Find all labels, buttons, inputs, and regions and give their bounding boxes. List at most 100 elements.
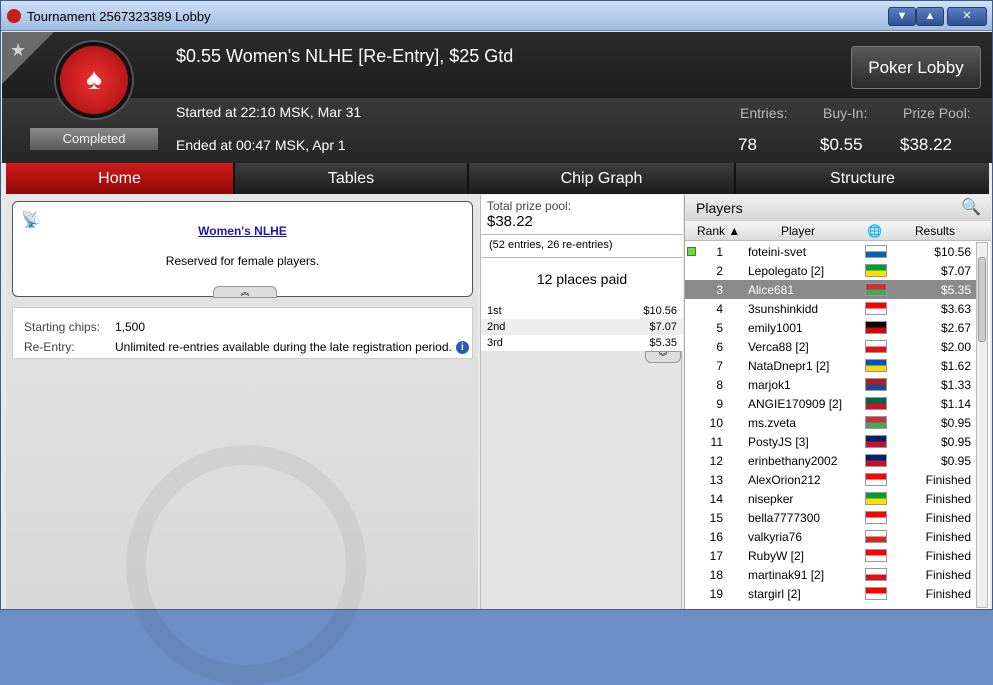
players-scrollbar[interactable] xyxy=(976,242,988,608)
poker-lobby-button[interactable]: Poker Lobby xyxy=(851,46,981,89)
player-rank: 17 xyxy=(709,549,723,563)
entries-note: (52 entries, 26 re-entries) xyxy=(489,239,613,251)
col-results[interactable]: Results xyxy=(915,224,955,238)
country-flag-icon xyxy=(865,340,887,353)
lobby-window: Tournament 2567323389 Lobby ▼ ▲ ✕ ★ ♠ Co… xyxy=(0,0,993,685)
player-result: Finished xyxy=(925,492,971,506)
menu-down-icon[interactable]: ▼ xyxy=(888,7,916,26)
title-bar: Tournament 2567323389 Lobby ▼ ▲ ✕ xyxy=(1,1,992,31)
player-name: 3sunshinkidd xyxy=(748,302,819,316)
globe-icon[interactable]: 🌐 xyxy=(867,224,882,238)
reentry-value: Unlimited re-entries available during th… xyxy=(115,340,452,354)
info-title-link[interactable]: Women's NLHE xyxy=(13,224,472,238)
tab-chip-graph[interactable]: Chip Graph xyxy=(469,163,736,194)
country-flag-icon xyxy=(865,454,887,467)
search-icon[interactable]: 🔍 xyxy=(961,197,981,217)
player-result: Finished xyxy=(925,549,971,563)
player-result: $10.56 xyxy=(934,245,971,259)
table-row[interactable]: 19 stargirl [2] Finished xyxy=(685,584,977,603)
table-row[interactable]: 13 AlexOrion212 Finished xyxy=(685,470,977,489)
table-row[interactable]: 6 Verca88 [2] $2.00 xyxy=(685,337,977,356)
table-row[interactable]: 15 bella7777300 Finished xyxy=(685,508,977,527)
country-flag-icon xyxy=(865,473,887,486)
page-title: $0.55 Women's NLHE [Re-Entry], $25 Gtd xyxy=(176,46,514,66)
player-rank: 15 xyxy=(709,511,723,525)
player-name: nisepker xyxy=(748,492,794,506)
tab-tables[interactable]: Tables xyxy=(235,163,469,194)
table-row[interactable]: 16 valkyria76 Finished xyxy=(685,527,977,546)
players-panel: Players 🔍 Rank ▲ Player 🌐 Results 1 fotei… xyxy=(684,195,991,609)
started-time: Started at 22:10 MSK, Mar 31 xyxy=(176,104,362,120)
total-prize-value: $38.22 xyxy=(487,213,533,230)
tab-home[interactable]: Home xyxy=(6,163,235,194)
player-rank: 19 xyxy=(709,587,723,601)
table-row[interactable]: 18 martinak91 [2] Finished xyxy=(685,565,977,584)
star-icon[interactable]: ★ xyxy=(10,40,26,61)
minimize-icon[interactable]: ▲ xyxy=(916,7,944,26)
table-row[interactable]: 7 NataDnepr1 [2] $1.62 xyxy=(685,356,977,375)
player-result: Finished xyxy=(925,511,971,525)
player-name: Verca88 [2] xyxy=(748,340,809,354)
status-badge: Completed xyxy=(30,128,158,150)
table-row[interactable]: 9 ANGIE170909 [2] $1.14 xyxy=(685,394,977,413)
table-row[interactable]: 5 emily1001 $2.67 xyxy=(685,318,977,337)
prizepool-value: $38.22 xyxy=(900,135,952,154)
country-flag-icon xyxy=(865,416,887,429)
col-player[interactable]: Player xyxy=(781,224,815,238)
close-icon[interactable]: ✕ xyxy=(947,7,987,26)
player-name: RubyW [2] xyxy=(748,549,805,563)
payout-amount: $7.07 xyxy=(649,321,677,333)
country-flag-icon xyxy=(865,359,887,372)
player-result: Finished xyxy=(925,587,971,601)
player-result: Finished xyxy=(925,568,971,582)
player-rank: 14 xyxy=(709,492,723,506)
table-row[interactable]: 12 erinbethany2002 $0.95 xyxy=(685,451,977,470)
player-name: marjok1 xyxy=(748,378,791,392)
table-row[interactable]: 2 Lepolegato [2] $7.07 xyxy=(685,261,977,280)
starting-chips-value: 1,500 xyxy=(115,320,146,334)
player-name: NataDnepr1 [2] xyxy=(748,359,830,373)
country-flag-icon xyxy=(865,302,887,315)
player-rank: 18 xyxy=(709,568,723,582)
country-flag-icon xyxy=(865,530,887,543)
table-row[interactable]: 4 3sunshinkidd $3.63 xyxy=(685,299,977,318)
player-name: foteini-svet xyxy=(748,245,807,259)
table-row[interactable]: 17 RubyW [2] Finished xyxy=(685,546,977,565)
player-result: $5.35 xyxy=(940,283,971,297)
collapse-up-icon[interactable]: ︽ xyxy=(213,286,277,298)
player-result: $2.67 xyxy=(940,321,971,335)
pokerstars-app-icon xyxy=(7,9,21,23)
players-column-header: Rank ▲ Player 🌐 Results xyxy=(685,221,991,241)
entries-label: Entries: xyxy=(740,105,788,121)
table-row[interactable]: 14 nisepker Finished xyxy=(685,489,977,508)
prizepool-label: Prize Pool: xyxy=(903,105,971,121)
payout-row: 3rd $5.35 xyxy=(481,335,683,351)
player-rank: 9 xyxy=(716,397,723,411)
scroll-thumb[interactable] xyxy=(978,257,986,342)
country-flag-icon xyxy=(865,435,887,448)
info-description: Reserved for female players. xyxy=(165,254,320,268)
table-row[interactable]: 3 Alice681 $5.35 xyxy=(685,280,977,299)
player-rank: 6 xyxy=(716,340,723,354)
buyin-label: Buy-In: xyxy=(823,105,868,121)
table-row[interactable]: 1 foteini-svet $10.56 xyxy=(685,242,977,261)
player-rank: 3 xyxy=(716,283,723,297)
tournament-info-box: 📡 Women's NLHE Reserved for female playe… xyxy=(12,201,473,298)
expand-down-icon[interactable]: ︾ xyxy=(645,351,681,363)
player-rank: 16 xyxy=(709,530,723,544)
col-rank[interactable]: Rank ▲ xyxy=(697,224,740,238)
player-result: $0.95 xyxy=(940,435,971,449)
tab-structure[interactable]: Structure xyxy=(736,163,989,194)
table-row[interactable]: 10 ms.zveta $0.95 xyxy=(685,413,977,432)
places-paid: 12 places paid xyxy=(536,271,628,287)
divider xyxy=(481,257,683,258)
player-rank: 13 xyxy=(709,473,723,487)
tournament-header: ★ ♠ Completed $0.55 Women's NLHE [Re-Ent… xyxy=(2,32,992,163)
table-row[interactable]: 11 PostyJS [3] $0.95 xyxy=(685,432,977,451)
player-rank: 1 xyxy=(716,245,723,259)
total-prize-label: Total prize pool: xyxy=(487,199,572,213)
info-icon[interactable]: i xyxy=(455,341,469,355)
table-row[interactable]: 8 marjok1 $1.33 xyxy=(685,375,977,394)
prize-panel: Total prize pool: $38.22 (52 entries, 26… xyxy=(480,195,683,609)
player-result: $0.95 xyxy=(940,416,971,430)
